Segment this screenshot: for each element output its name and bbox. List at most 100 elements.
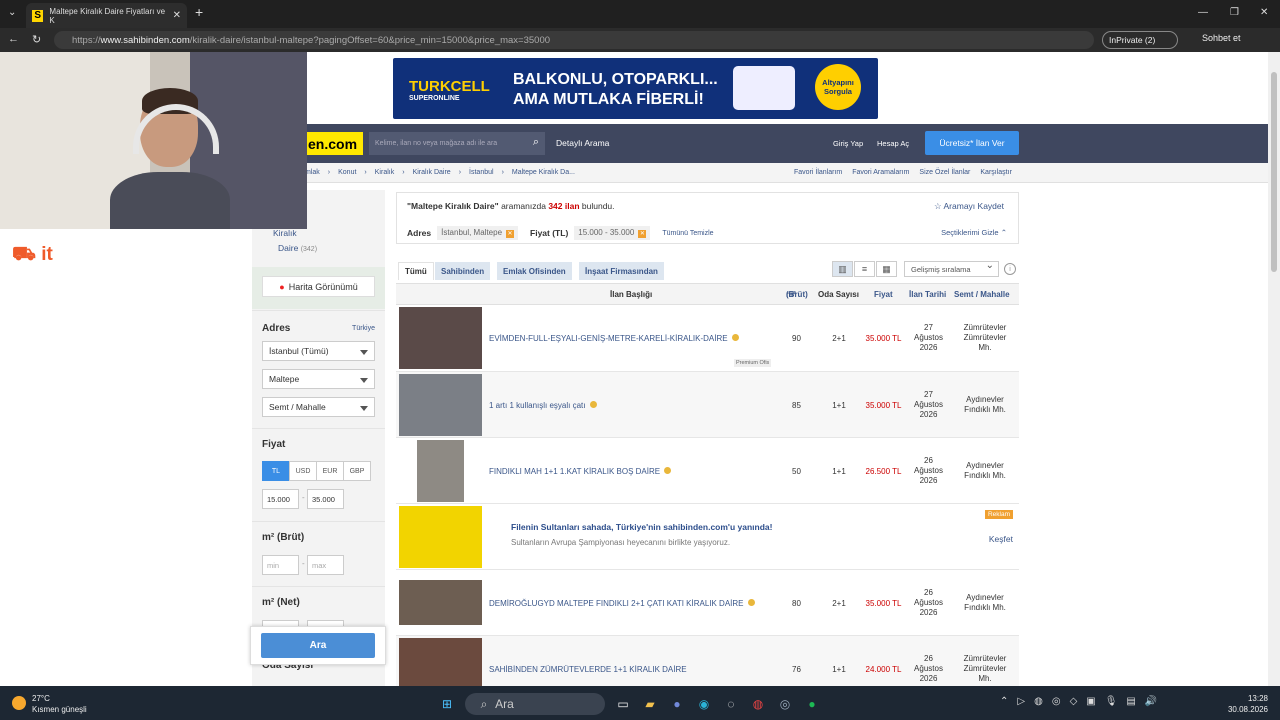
hide-selected-link[interactable]: Seçtiklerimi Gizle ⌃	[941, 228, 1007, 237]
ad-image[interactable]	[399, 506, 482, 568]
grid-view-icon[interactable]: ▦	[876, 261, 897, 277]
detailed-search-link[interactable]: Detaylı Arama	[556, 138, 609, 148]
neighborhood-select[interactable]: Semt / Mahalle	[262, 397, 375, 417]
listing-thumbnail[interactable]	[399, 374, 482, 436]
info-icon[interactable]: i	[1004, 263, 1016, 275]
login-link[interactable]: Giriş Yap	[833, 139, 863, 148]
breadcrumb-item[interactable]: İstanbul	[469, 169, 494, 176]
price-max-input[interactable]: 35.000	[307, 489, 344, 509]
maximize-icon[interactable]: ❐	[1230, 7, 1239, 18]
map-view-button[interactable]: ● Harita Görünümü	[262, 276, 375, 297]
table-row[interactable]: SAHİBİNDEN ZÜMRÜTEVLERDE 1+1 KİRALIK DAİ…	[396, 636, 1019, 686]
table-row[interactable]: EVİMDEN-FULL-EŞYALI-GENİŞ-METRE-KARELİ-K…	[396, 305, 1019, 372]
tab-all[interactable]: Tümü	[398, 262, 434, 280]
tray-app-icon[interactable]: ▷	[1017, 696, 1025, 707]
save-search-button[interactable]: ☆ Aramayı Kaydet	[934, 201, 1004, 212]
weather-widget[interactable]: 27°C Kısmen güneşli	[12, 693, 87, 715]
listing-title[interactable]: FINDIKLI MAH 1+1 1.KAT KİRALIK BOŞ DAİRE	[489, 467, 672, 476]
page-scrollbar[interactable]	[1268, 52, 1280, 686]
chrome-icon[interactable]: ◍	[749, 695, 767, 713]
search-input[interactable]: Kelime, ilan no veya mağaza adı ile ara …	[369, 132, 545, 155]
listing-title[interactable]: EVİMDEN-FULL-EŞYALI-GENİŞ-METRE-KARELİ-K…	[489, 334, 739, 343]
remove-filter-icon[interactable]: ✕	[638, 230, 647, 238]
table-row[interactable]: DEMİROĞLUGYD MALTEPE FINDIKLI 2+1 ÇATI K…	[396, 570, 1019, 636]
col-price[interactable]: Fiyat	[874, 290, 893, 299]
close-window-icon[interactable]: ✕	[1260, 7, 1268, 18]
chat-button[interactable]: Sohbet et	[1202, 33, 1241, 43]
url-field[interactable]: https://www.sahibinden.com/kiralik-daire…	[54, 31, 1094, 49]
sort-select[interactable]: Gelişmiş sıralama	[904, 260, 999, 277]
table-row[interactable]: FINDIKLI MAH 1+1 1.KAT KİRALIK BOŞ DAİRE…	[396, 438, 1019, 504]
breadcrumb-item[interactable]: mlak	[305, 169, 320, 176]
banner-cta[interactable]: Altyapını Sorgula	[815, 64, 861, 110]
personal-listings-link[interactable]: Size Özel İlanlar	[919, 169, 970, 176]
district-select[interactable]: Maltepe	[262, 369, 375, 389]
favorite-searches-link[interactable]: Favori Aramalarım	[852, 169, 909, 176]
listing-title[interactable]: DEMİROĞLUGYD MALTEPE FINDIKLI 2+1 ÇATI K…	[489, 599, 755, 608]
spotify-icon[interactable]: ●	[803, 695, 821, 713]
price-filter-chip[interactable]: 15.000 - 35.000 ✕	[574, 226, 651, 240]
register-link[interactable]: Hesap Aç	[877, 139, 909, 148]
taskbar-search[interactable]: ⌕ Ara	[465, 693, 605, 715]
scrollbar-thumb[interactable]	[1271, 72, 1277, 272]
network-icon[interactable]: ▤	[1126, 696, 1135, 707]
remove-filter-icon[interactable]: ✕	[506, 230, 515, 238]
tray-app-icon[interactable]: ◍	[1034, 696, 1043, 707]
tray-app-icon[interactable]: ◎	[1052, 696, 1061, 707]
listing-thumbnail[interactable]	[399, 580, 482, 625]
refresh-icon[interactable]: ↻	[32, 33, 41, 46]
tab-owner[interactable]: Sahibinden	[435, 262, 491, 280]
file-explorer-icon[interactable]: ▰	[641, 695, 659, 713]
tray-app-icon[interactable]: ◇	[1070, 696, 1078, 707]
breadcrumb-item[interactable]: Kiralık Daire	[413, 169, 451, 176]
back-icon[interactable]: ←	[8, 33, 19, 45]
compact-view-icon[interactable]: ≡	[854, 261, 875, 277]
sponsored-row[interactable]: Filenin Sultanları sahada, Türkiye'nin s…	[396, 504, 1019, 570]
currency-eur[interactable]: EUR	[316, 461, 344, 481]
clear-all-link[interactable]: Tümünü Temizle	[662, 230, 713, 237]
taskbar-clock[interactable]: 13:28 30.08.2026	[1228, 693, 1268, 715]
list-view-icon[interactable]: ▥	[832, 261, 853, 277]
windows-start-icon[interactable]: ⊞	[438, 695, 456, 713]
m2-brut-max-input[interactable]: max	[307, 555, 344, 575]
breadcrumb-item[interactable]: Konut	[338, 169, 356, 176]
close-tab-icon[interactable]: ✕	[173, 10, 181, 21]
currency-tl[interactable]: TL	[262, 461, 290, 481]
app-icon[interactable]: ◌	[722, 695, 740, 713]
breadcrumb-item[interactable]: Maltepe Kiralık Da...	[512, 169, 575, 176]
city-select[interactable]: İstanbul (Tümü)	[262, 341, 375, 361]
compare-link[interactable]: Karşılaştır	[980, 169, 1012, 176]
currency-gbp[interactable]: GBP	[343, 461, 371, 481]
table-row[interactable]: 1 artı 1 kullanışlı eşyalı çatı 85 1+1 3…	[396, 372, 1019, 438]
col-date[interactable]: İlan Tarihi	[909, 290, 946, 299]
listing-thumbnail[interactable]	[399, 638, 482, 686]
breadcrumb-item[interactable]: Kiralık	[375, 169, 394, 176]
search-icon[interactable]: ⌕	[533, 136, 539, 149]
listing-title[interactable]: SAHİBİNDEN ZÜMRÜTEVLERDE 1+1 KİRALIK DAİ…	[489, 665, 687, 674]
address-filter-chip[interactable]: İstanbul, Maltepe ✕	[437, 226, 519, 240]
ad-discover-link[interactable]: Keşfet	[989, 534, 1013, 544]
tray-app-icon[interactable]: ▣	[1086, 696, 1095, 707]
listing-thumbnail[interactable]	[417, 440, 464, 502]
search-button[interactable]: Ara	[261, 633, 375, 658]
inprivate-badge[interactable]: InPrivate (2)	[1102, 31, 1179, 49]
chevron-up-icon[interactable]: ⌃	[1000, 696, 1008, 707]
volume-icon[interactable]: 🔊	[1145, 696, 1157, 707]
edge-icon[interactable]: ◉	[695, 695, 713, 713]
category-daire[interactable]: Daire (342)	[273, 241, 317, 257]
ad-title[interactable]: Filenin Sultanları sahada, Türkiye'nin s…	[511, 522, 772, 532]
browser-tab[interactable]: S Maltepe Kiralık Daire Fiyatları ve K ✕	[26, 3, 187, 28]
favorite-listings-link[interactable]: Favori İlanlarım	[794, 169, 842, 176]
new-tab-icon[interactable]: +	[195, 4, 203, 20]
microphone-icon[interactable]: 🎙	[1105, 696, 1118, 707]
task-view-icon[interactable]: ▭	[614, 695, 632, 713]
tab-agency[interactable]: Emlak Ofisinden	[497, 262, 572, 280]
site-logo[interactable]: en.com	[302, 132, 364, 155]
m2-brut-min-input[interactable]: min	[262, 555, 299, 575]
listing-title[interactable]: 1 artı 1 kullanışlı eşyalı çatı	[489, 401, 597, 410]
price-min-input[interactable]: 15.000	[262, 489, 299, 509]
tab-builder[interactable]: İnşaat Firmasından	[579, 262, 664, 280]
address-country-link[interactable]: Türkiye	[352, 325, 375, 332]
post-ad-button[interactable]: Ücretsiz* İlan Ver	[925, 131, 1019, 155]
discord-icon[interactable]: ●	[668, 695, 686, 713]
